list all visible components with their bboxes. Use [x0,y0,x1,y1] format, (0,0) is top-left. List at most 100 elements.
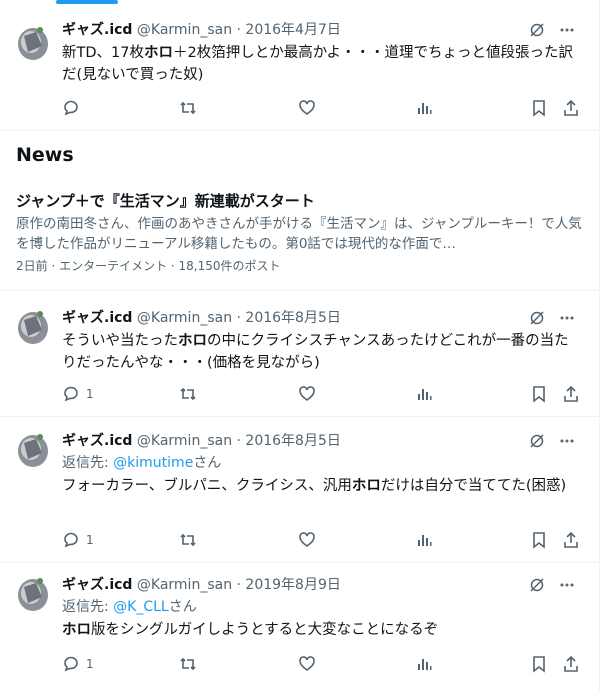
reply-icon [62,531,80,549]
column-border [599,0,609,692]
reply-context: 返信先: @kimutimeさん [62,453,221,473]
share-icon [562,99,580,117]
like-icon [298,385,316,403]
tweet[interactable]: ギャズ.icd @Karmin_san · 2016年8月5日 そういや当たった… [0,308,599,418]
tweet[interactable]: ギャズ.icd @Karmin_san · 2016年8月5日 返信先: @ki… [0,431,599,561]
bookmark-button[interactable] [530,98,548,118]
user-handle[interactable]: @Karmin_san [137,433,232,449]
tweet-date[interactable]: 2016年4月7日 [245,22,340,38]
tweet-header: ギャズ.icd @Karmin_san · 2016年8月5日 [62,431,341,451]
highlight-term: ホロ [62,622,91,638]
views-button[interactable] [415,384,433,404]
display-name[interactable]: ギャズ.icd [62,577,132,593]
grok-icon[interactable] [529,310,545,326]
tweet-top-actions [529,433,575,449]
share-button[interactable] [562,654,580,674]
reply-user-link[interactable]: @kimutime [113,455,193,471]
tweet-actions [62,98,582,118]
reply-label: 返信先: [62,455,114,471]
tweet-date[interactable]: 2019年8月9日 [245,577,340,593]
bookmark-button[interactable] [530,530,548,550]
user-handle[interactable]: @Karmin_san [137,22,232,38]
retweet-icon [179,385,197,403]
bookmark-button[interactable] [530,654,548,674]
active-tab-indicator [56,0,118,4]
separator: · [236,22,241,38]
avatar[interactable] [16,24,50,62]
views-icon [415,385,433,403]
tweet-top-actions [529,577,575,593]
reply-button[interactable]: 1 [62,384,94,404]
tweet-actions: 1 [62,384,582,404]
divider [0,130,599,131]
like-button[interactable] [298,384,316,404]
avatar[interactable] [16,431,50,469]
reply-context: 返信先: @K_CLLさん [62,597,197,617]
grok-icon[interactable] [529,577,545,593]
share-button[interactable] [562,98,580,118]
reply-suffix: さん [168,599,197,615]
retweet-button[interactable] [179,98,197,118]
views-button[interactable] [415,98,433,118]
retweet-icon [179,655,197,673]
tweet-top-actions [529,310,575,326]
share-button[interactable] [562,384,580,404]
separator: · [236,577,241,593]
highlight-term: ホロ [351,478,381,494]
more-icon[interactable] [559,22,575,38]
retweet-button[interactable] [179,530,197,550]
tweet-actions: 1 [62,530,582,550]
reply-button[interactable] [62,98,86,118]
divider [0,416,599,417]
tweet-header: ギャズ.icd @Karmin_san · 2016年4月7日 [62,20,341,40]
text-segment: フォーカラー、ブルパニ、クライシス、汎用 [62,478,352,494]
grok-icon[interactable] [529,433,545,449]
tweet[interactable]: ギャズ.icd @Karmin_san · 2016年4月7日 新TD、17枚ホ… [0,20,599,130]
retweet-button[interactable] [179,654,197,674]
news-title[interactable]: ジャンプ＋で『生活マン』新連載がスタート [16,191,315,211]
views-button[interactable] [415,530,433,550]
news-description[interactable]: 原作の南田冬さん、作画のあやきさんが手がける『生活マン』は、ジャンプルーキー！で… [16,214,582,254]
reply-icon [62,99,80,117]
tweet-text: ホロ版をシングルガイしようとすると大変なことになるぞ [62,619,582,641]
more-icon[interactable] [559,577,575,593]
reply-button[interactable]: 1 [62,654,94,674]
display-name[interactable]: ギャズ.icd [62,433,132,449]
bookmark-icon [530,655,548,673]
reply-label: 返信先: [62,599,114,615]
separator: · [236,310,241,326]
divider [0,562,599,563]
avatar[interactable] [16,308,50,346]
news-heading: News [16,144,74,166]
user-handle[interactable]: @Karmin_san [137,310,232,326]
avatar[interactable] [16,575,50,613]
like-button[interactable] [298,654,316,674]
like-button[interactable] [298,530,316,550]
tweet-text: フォーカラー、ブルパニ、クライシス、汎用ホロだけは自分で当ててた(困惑) [62,475,582,497]
bookmark-icon [530,99,548,117]
reply-user-link[interactable]: @K_CLL [113,599,169,615]
more-icon[interactable] [559,433,575,449]
like-button[interactable] [298,98,316,118]
reply-button[interactable]: 1 [62,530,94,550]
bookmark-icon [530,385,548,403]
display-name[interactable]: ギャズ.icd [62,310,132,326]
news-meta: 2日前 · エンターテイメント · 18,150件のポスト [16,259,281,273]
like-icon [298,655,316,673]
reply-icon [62,385,80,403]
more-icon[interactable] [559,310,575,326]
bookmark-button[interactable] [530,384,548,404]
text-segment: そういや当たった [62,333,178,349]
highlight-term: ホロ [178,333,207,349]
tweet-date[interactable]: 2016年8月5日 [245,310,340,326]
grok-icon[interactable] [529,22,545,38]
share-button[interactable] [562,530,580,550]
tweet-date[interactable]: 2016年8月5日 [245,433,340,449]
user-handle[interactable]: @Karmin_san [137,577,232,593]
retweet-button[interactable] [179,384,197,404]
tweet[interactable]: ギャズ.icd @Karmin_san · 2019年8月9日 返信先: @K_… [0,575,599,692]
views-button[interactable] [415,654,433,674]
share-icon [562,385,580,403]
share-icon [562,655,580,673]
display-name[interactable]: ギャズ.icd [62,22,132,38]
